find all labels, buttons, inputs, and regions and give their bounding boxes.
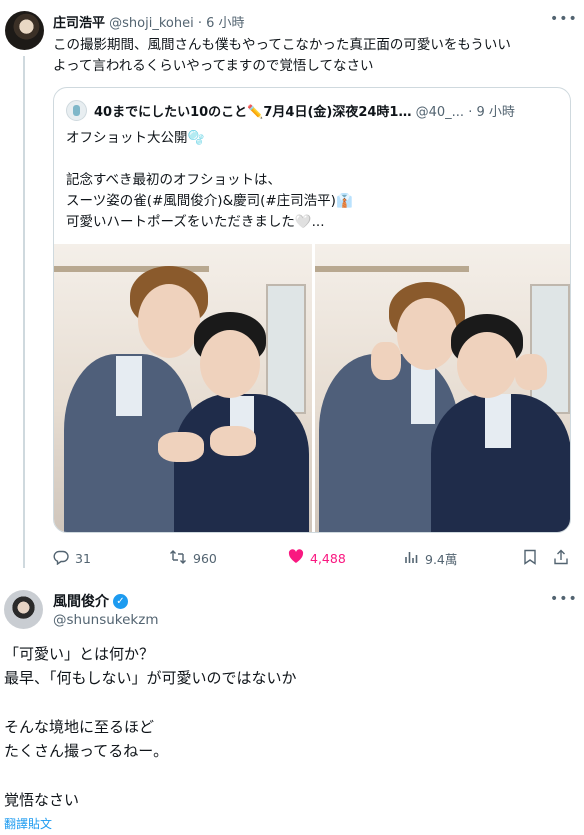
share-button[interactable] bbox=[553, 549, 569, 568]
author-name-row: 風間俊介 ✓ bbox=[53, 591, 128, 611]
bookmark-button[interactable] bbox=[523, 549, 537, 568]
quote-header: 40までにしたい10のこと✏️7月4日(金)深夜24時1… @40_... · … bbox=[94, 101, 564, 120]
views-icon bbox=[403, 549, 419, 568]
quoted-tweet[interactable]: 40までにしたい10のこと✏️7月4日(金)深夜24時1… @40_... · … bbox=[53, 87, 571, 533]
retweet-count: 960 bbox=[193, 551, 217, 566]
retweet-icon bbox=[169, 549, 187, 568]
quote-author-handle: @40_... bbox=[415, 105, 465, 120]
quote-time: 9 小時 bbox=[476, 105, 515, 120]
quote-author-name: 40までにしたい10のこと✏️7月4日(金)深夜24時1… bbox=[94, 105, 412, 120]
reply-icon bbox=[53, 549, 69, 568]
tweet-time[interactable]: 6 小時 bbox=[206, 16, 244, 31]
views-count: 9.4萬 bbox=[425, 552, 458, 567]
avatar[interactable] bbox=[5, 11, 44, 50]
photo-grid bbox=[54, 244, 570, 532]
quote-text: オフショット大公開🫧 記念すべき最初のオフショットは、 スーツ姿の雀(#風間俊介… bbox=[66, 130, 353, 230]
author-handle[interactable]: @shoji_kohei bbox=[109, 16, 194, 31]
tweet-text: 「可愛い」とは何か？ 最早、「何もしない」が可愛いのではないか そんな境地に至る… bbox=[4, 645, 297, 809]
author-name[interactable]: 風間俊介 bbox=[53, 591, 109, 611]
reply-count: 31 bbox=[75, 551, 91, 566]
author-handle[interactable]: @shunsukekzm bbox=[53, 612, 159, 628]
retweet-button[interactable]: 960 bbox=[169, 549, 217, 568]
quote-avatar bbox=[66, 100, 87, 121]
more-icon[interactable]: ••• bbox=[550, 12, 577, 32]
thread-line bbox=[23, 56, 25, 568]
views-button[interactable]: 9.4萬 bbox=[403, 549, 457, 568]
more-icon[interactable]: ••• bbox=[550, 592, 577, 612]
reply-button[interactable]: 31 bbox=[53, 549, 91, 568]
like-icon bbox=[288, 549, 304, 567]
action-bar: 31 960 4,488 9.4萬 bbox=[53, 549, 573, 567]
avatar[interactable] bbox=[4, 590, 43, 629]
tweet-header: 庄司浩平 @shoji_kohei · 6 小時 bbox=[53, 12, 245, 31]
separator-dot: · bbox=[197, 16, 202, 31]
separator-dot: · bbox=[468, 105, 473, 120]
tweet-text: この撮影期間、風間さんも僕もやってこなかった真正面の可愛いをもういい よって言わ… bbox=[53, 37, 511, 74]
verified-badge-icon: ✓ bbox=[113, 593, 128, 609]
translate-link[interactable]: 翻譯貼文 bbox=[4, 815, 52, 832]
photo-2[interactable] bbox=[314, 244, 570, 532]
like-button[interactable]: 4,488 bbox=[288, 549, 346, 567]
like-count: 4,488 bbox=[310, 550, 346, 566]
share-icon bbox=[553, 549, 569, 568]
author-name[interactable]: 庄司浩平 bbox=[53, 16, 105, 31]
bookmark-icon bbox=[523, 549, 537, 568]
photo-1[interactable] bbox=[54, 244, 312, 532]
